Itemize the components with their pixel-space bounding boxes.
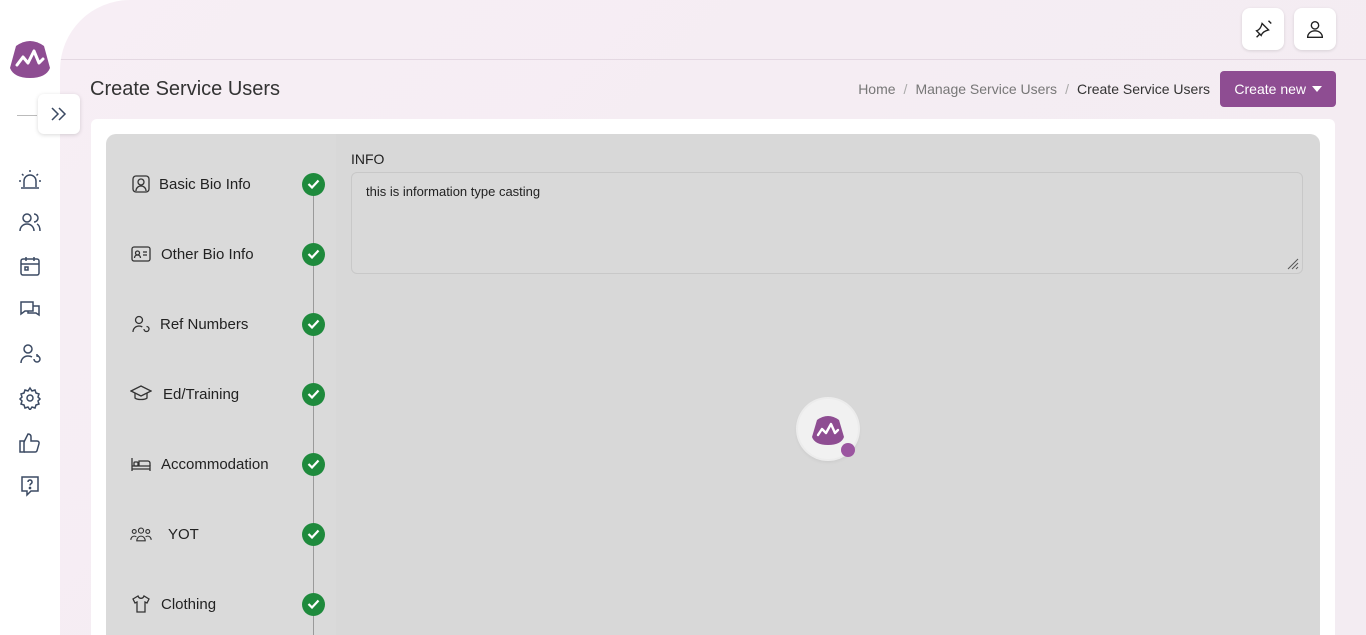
step-yot[interactable]: YOT (106, 514, 336, 554)
check-icon (302, 172, 325, 196)
step-label: Ed/Training (163, 385, 240, 403)
rail-divider (17, 115, 37, 116)
check-icon (302, 522, 325, 546)
gear-icon[interactable] (18, 386, 42, 410)
top-bar (60, 0, 1366, 60)
thumbs-up-icon[interactable] (18, 431, 42, 455)
shirt-icon (130, 593, 152, 615)
profile-button[interactable] (1294, 8, 1336, 50)
check-icon (302, 242, 325, 266)
calendar-icon[interactable] (18, 254, 42, 278)
step-basic-bio-info[interactable]: Basic Bio Info (106, 164, 336, 204)
group-icon (130, 523, 152, 545)
step-label: YOT (168, 525, 199, 543)
help-icon[interactable] (18, 474, 42, 498)
step-clothing[interactable]: Clothing (106, 584, 336, 624)
breadcrumb-manage-service-users[interactable]: Manage Service Users (915, 81, 1057, 97)
step-label: Accommodation (161, 455, 269, 473)
step-ref-numbers[interactable]: Ref Numbers (106, 304, 336, 344)
chat-icon[interactable] (18, 298, 42, 322)
user-ref-icon (130, 313, 152, 335)
step-label: Ref Numbers (160, 315, 249, 333)
page-title: Create Service Users (90, 78, 281, 100)
breadcrumb-separator: / (903, 81, 908, 97)
user-refresh-icon[interactable] (18, 342, 42, 366)
resize-handle-icon[interactable] (1287, 258, 1299, 270)
info-textarea[interactable]: this is information type casting (351, 172, 1303, 274)
steps-sidebar: Basic Bio Info Other Bio Info Ref Number… (106, 134, 336, 635)
double-chevron-right-icon (51, 107, 67, 121)
step-label: Clothing (161, 595, 217, 613)
breadcrumb-home[interactable]: Home (858, 81, 895, 97)
breadcrumb-current: Create Service Users (1076, 81, 1210, 97)
step-accommodation[interactable]: Accommodation (106, 444, 336, 484)
form-card: Basic Bio Info Other Bio Info Ref Number… (91, 119, 1335, 635)
people-icon[interactable] (18, 210, 42, 234)
caret-down-icon (1312, 86, 1322, 92)
expand-sidebar-button[interactable] (38, 94, 80, 134)
notification-icon (1255, 20, 1272, 38)
alarm-icon[interactable] (18, 168, 42, 192)
info-text: this is information type casting (366, 184, 541, 199)
step-label: Other Bio Info (161, 245, 254, 263)
bed-icon (130, 453, 152, 475)
main-area: Create Service Users Home / Manage Servi… (60, 0, 1366, 635)
step-label: Basic Bio Info (159, 175, 251, 193)
user-icon (1306, 20, 1324, 38)
step-other-bio-info[interactable]: Other Bio Info (106, 234, 336, 274)
user-square-icon (130, 173, 152, 195)
check-icon (302, 312, 325, 336)
check-icon (302, 382, 325, 406)
info-label: INFO (351, 151, 385, 167)
check-icon (302, 452, 325, 476)
notification-button[interactable] (1242, 8, 1284, 50)
create-new-button[interactable]: Create new (1220, 71, 1336, 107)
app-logo-icon (812, 416, 844, 445)
check-icon (302, 592, 325, 616)
breadcrumb-separator: / (1065, 81, 1069, 97)
spinner-dot (841, 443, 855, 457)
id-card-icon (130, 243, 152, 265)
app-logo[interactable] (10, 38, 50, 78)
content-panel: INFO this is information type casting (336, 134, 1320, 635)
step-ed-training[interactable]: Ed/Training (106, 374, 336, 414)
breadcrumb: Home / Manage Service Users / Create Ser… (858, 81, 1210, 97)
create-new-label: Create new (1234, 81, 1306, 97)
graduation-cap-icon (130, 383, 152, 405)
loading-spinner (798, 399, 858, 459)
